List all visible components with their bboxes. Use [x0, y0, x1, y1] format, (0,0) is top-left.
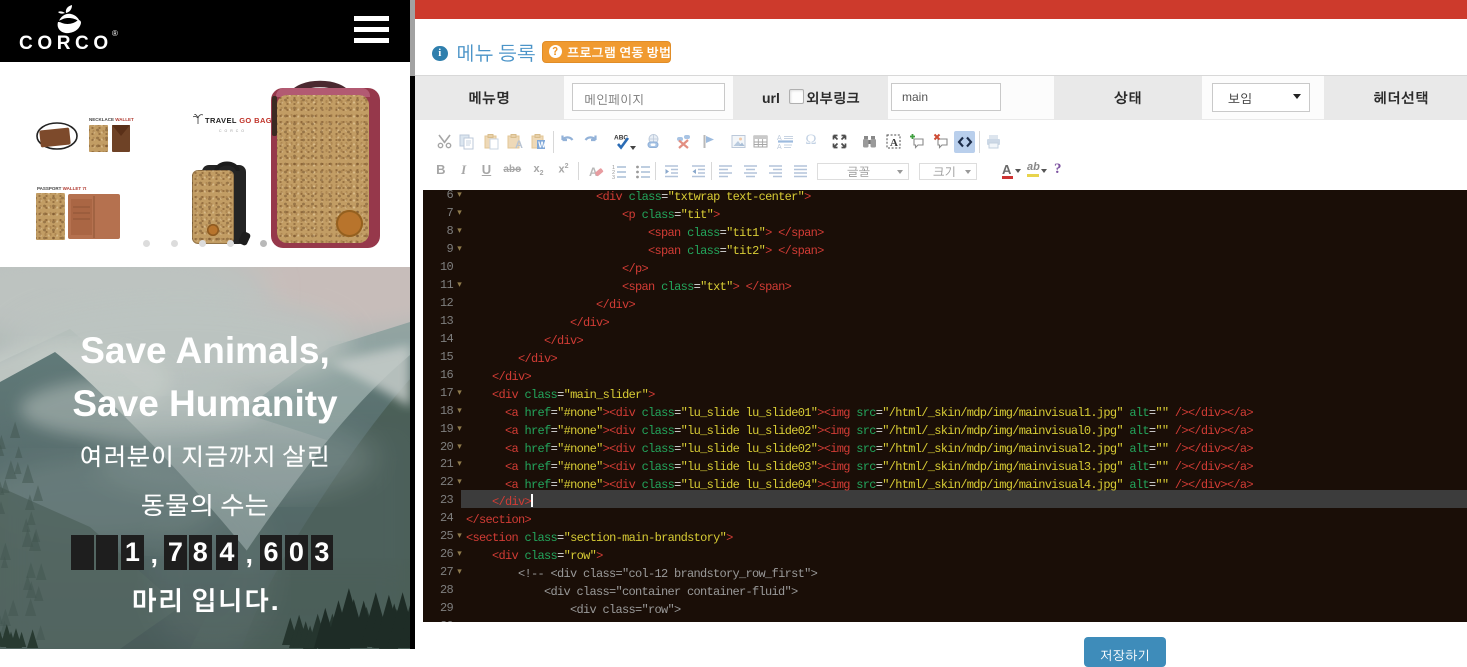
svg-text:A: A: [777, 144, 782, 150]
svg-text:3: 3: [612, 175, 615, 180]
svg-text:W: W: [538, 141, 546, 150]
svg-text:A: A: [890, 137, 898, 149]
svg-text:A: A: [515, 139, 523, 150]
